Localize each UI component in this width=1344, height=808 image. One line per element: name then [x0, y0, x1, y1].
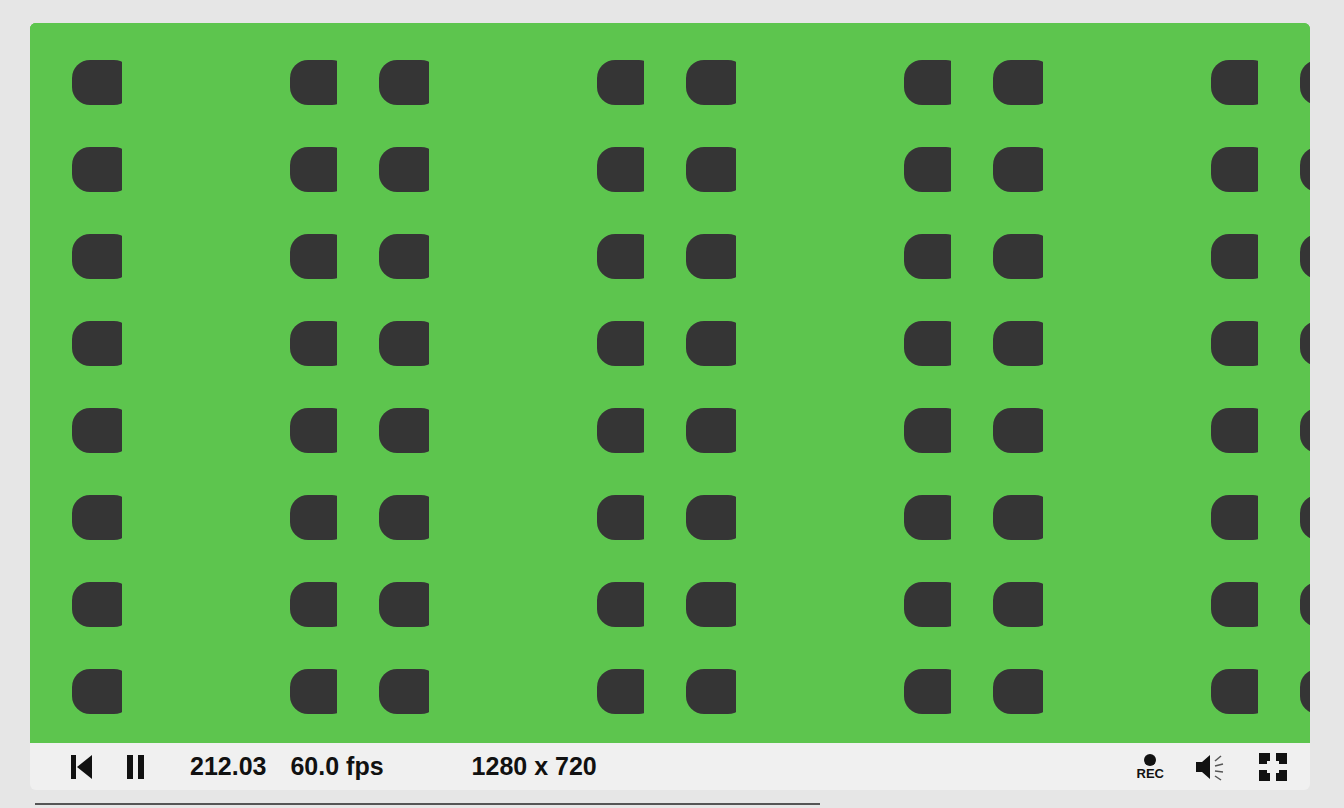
play-pause-button[interactable] [124, 753, 148, 781]
control-bar: 212.03 60.0 fps 1280 x 720 REC [30, 743, 1310, 790]
speaker-icon [1194, 752, 1228, 782]
player-page: 212.03 60.0 fps 1280 x 720 REC [0, 0, 1344, 808]
record-label: REC [1137, 767, 1164, 780]
volume-button[interactable] [1194, 752, 1228, 782]
record-dot-icon [1143, 753, 1157, 767]
resolution-readout: 1280 x 720 [472, 752, 597, 781]
fullscreen-icon [1258, 752, 1288, 782]
time-readout: 212.03 [190, 752, 266, 781]
progress-line [35, 803, 820, 805]
rewind-button[interactable] [70, 753, 94, 781]
fullscreen-button[interactable] [1258, 752, 1288, 782]
record-button[interactable]: REC [1137, 753, 1164, 780]
pause-icon [124, 753, 148, 781]
shader-player: 212.03 60.0 fps 1280 x 720 REC [30, 23, 1310, 790]
fps-readout: 60.0 fps [290, 752, 383, 781]
skip-back-icon [70, 753, 94, 781]
rendered-pattern [30, 23, 1310, 743]
video-canvas[interactable] [30, 23, 1310, 743]
